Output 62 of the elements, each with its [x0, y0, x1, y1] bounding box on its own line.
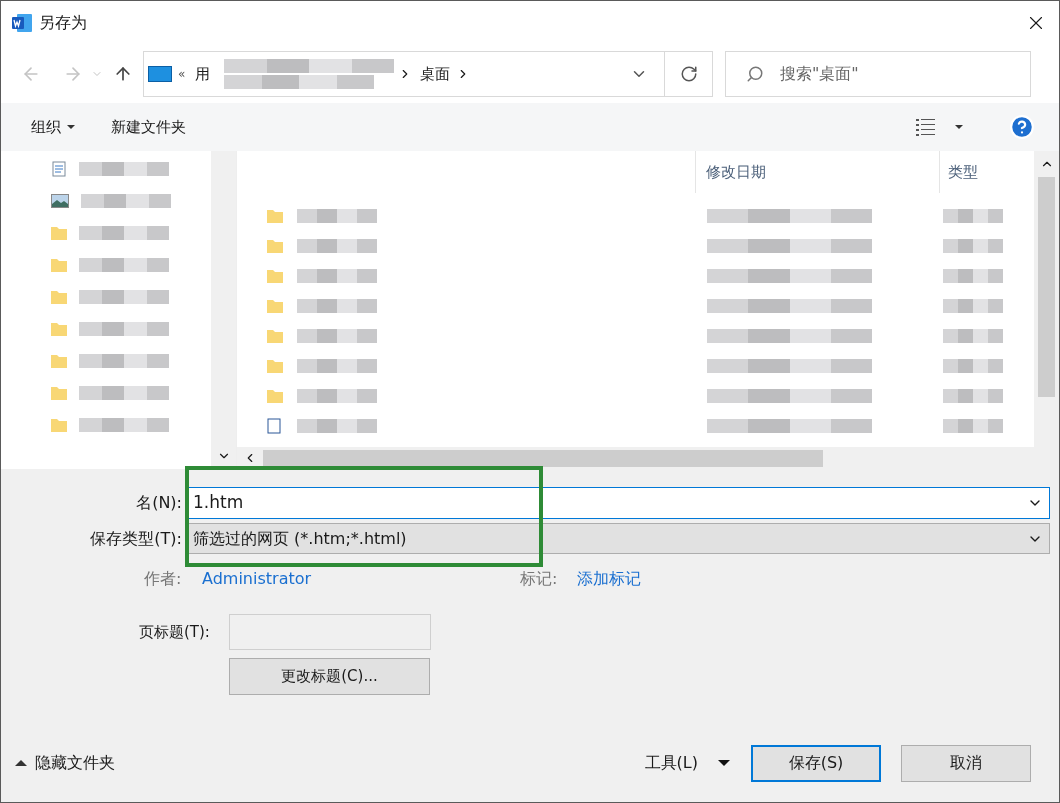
filename-label: 名(N): [136, 492, 182, 514]
list-scrollbar[interactable] [1034, 151, 1059, 447]
save-type-dropdown[interactable]: 筛选过的网页 (*.htm;*.html) [188, 523, 1050, 554]
folder-icon [51, 354, 67, 368]
scroll-thumb[interactable] [1038, 177, 1055, 397]
search-field[interactable]: 搜索"桌面" [725, 51, 1031, 97]
folder-icon [267, 329, 283, 343]
breadcrumb-separator: « [178, 66, 186, 83]
folder-icon [267, 269, 283, 283]
save-type-label: 保存类型(T): [90, 527, 182, 550]
nav-scrollbar[interactable] [211, 151, 236, 469]
folder-icon [267, 239, 283, 253]
window-title: 另存为 [39, 12, 87, 34]
blurred-text [943, 239, 1003, 253]
folder-icon [267, 209, 283, 223]
author-link[interactable]: Administrator [202, 567, 520, 591]
word-logo-icon [11, 12, 33, 34]
new-folder-button[interactable]: 新建文件夹 [109, 109, 188, 145]
folder-icon [51, 258, 67, 272]
filename-field[interactable]: 1.htm [188, 487, 1050, 519]
blurred-text [943, 299, 1003, 313]
organize-button[interactable]: 组织 [21, 109, 85, 145]
tags-label: 标记: [520, 568, 559, 590]
blurred-text [943, 359, 1003, 373]
blurred-text [943, 269, 1003, 283]
file-icon [267, 418, 281, 434]
view-dropdown-icon[interactable] [955, 125, 963, 129]
scroll-thumb[interactable] [263, 449, 823, 467]
address-bar[interactable]: « 用 桌面 [143, 51, 713, 97]
hide-folders-button[interactable]: 隐藏文件夹 [15, 751, 115, 775]
filename-value: 1.htm [193, 491, 244, 515]
folder-icon [51, 322, 67, 336]
blurred-text [943, 389, 1003, 403]
tools-button[interactable]: 工具(L) [644, 751, 730, 775]
folder-icon [51, 226, 67, 240]
search-input[interactable]: 搜索"桌面" [780, 62, 1020, 86]
help-icon[interactable] [1009, 114, 1035, 140]
change-title-button[interactable]: 更改标题(C)... [229, 658, 430, 695]
page-title-label: 页标题(T): [139, 621, 211, 643]
breadcrumb-item[interactable]: 桌面 [420, 62, 451, 86]
monitor-icon [148, 66, 172, 82]
folder-icon [267, 299, 283, 313]
horizontal-scrollbar[interactable] [237, 447, 1059, 469]
blurred-text [943, 329, 1003, 343]
folder-icon [267, 389, 283, 403]
author-label: 作者: [144, 568, 183, 590]
cancel-button[interactable]: 取消 [901, 744, 1031, 782]
refresh-icon[interactable] [679, 65, 698, 83]
folder-icon [267, 359, 283, 373]
folder-icon [51, 290, 67, 304]
blurred-text [943, 209, 1003, 223]
folder-icon [51, 418, 67, 432]
folder-icon [51, 386, 67, 400]
document-icon [51, 161, 67, 177]
search-icon [746, 65, 764, 83]
breadcrumb-item[interactable]: 用 [195, 62, 211, 86]
blurred-text [943, 419, 1003, 433]
view-options-icon[interactable] [915, 117, 937, 137]
image-icon [51, 194, 69, 208]
add-tags-link[interactable]: 添加标记 [577, 567, 641, 591]
save-button[interactable]: 保存(S) [751, 744, 881, 782]
column-header[interactable]: 修改日期 [695, 151, 939, 193]
